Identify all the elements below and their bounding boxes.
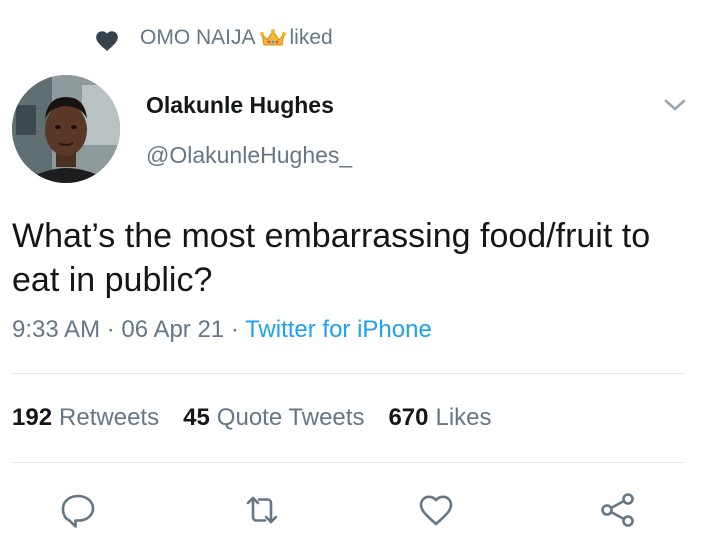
retweet-icon xyxy=(246,496,278,524)
like-icon xyxy=(419,495,453,526)
tweet-time: 9:33 AM xyxy=(12,316,101,343)
tweet-date: 06 Apr 21 xyxy=(121,316,225,343)
likes-stat[interactable]: 670 Likes xyxy=(388,404,491,432)
retweets-stat[interactable]: 192 Retweets xyxy=(12,404,159,432)
meta-separator: · xyxy=(230,316,239,343)
retweets-count: 192 xyxy=(12,404,53,431)
author-handle[interactable]: @OlakunleHughes_ xyxy=(146,142,352,169)
context-user-name[interactable]: OMO NAIJA xyxy=(140,26,256,50)
avatar-photo xyxy=(12,75,120,183)
retweets-label: Retweets xyxy=(59,404,160,431)
quote-tweets-stat[interactable]: 45 Quote Tweets xyxy=(183,404,364,432)
heart-icon xyxy=(96,31,118,51)
tweet-source-link[interactable]: Twitter for iPhone xyxy=(245,316,432,343)
likes-label: Likes xyxy=(435,404,492,431)
tweet-stats: 192 Retweets 45 Quote Tweets 670 Likes xyxy=(12,404,516,432)
tweet-detail: OMO NAIJA liked Olakunle Hughes @Olakunl… xyxy=(0,0,707,555)
like-button[interactable] xyxy=(414,488,458,532)
avatar[interactable] xyxy=(12,75,120,183)
tweet-meta: 9:33 AM · 06 Apr 21 · Twitter for iPhone xyxy=(12,316,432,344)
context-action: liked xyxy=(289,26,333,49)
chevron-down-icon[interactable] xyxy=(662,94,688,116)
meta-separator: · xyxy=(106,316,115,343)
divider xyxy=(12,462,684,463)
share-button[interactable] xyxy=(596,488,640,532)
author-name[interactable]: Olakunle Hughes xyxy=(146,92,334,119)
share-icon xyxy=(601,493,634,527)
reply-button[interactable] xyxy=(56,488,100,532)
divider xyxy=(12,373,684,374)
retweet-button[interactable] xyxy=(240,488,284,532)
reply-icon xyxy=(61,494,95,528)
quote-tweets-label: Quote Tweets xyxy=(216,404,365,431)
crown-emoji-icon xyxy=(259,29,286,46)
tweet-text: What’s the most embarrassing food/fruit … xyxy=(12,217,651,299)
quote-tweets-count: 45 xyxy=(183,404,210,431)
likes-count: 670 xyxy=(388,404,429,431)
